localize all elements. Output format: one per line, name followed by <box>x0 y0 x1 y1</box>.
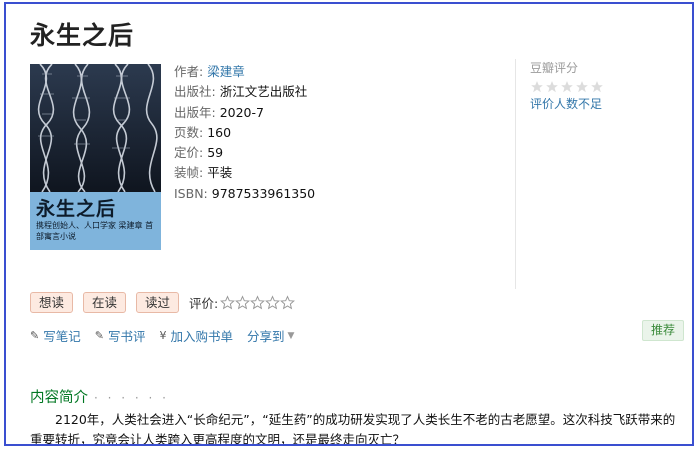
action-links: ✎ 写笔记 ✎ 写书评 ¥ 加入购书单 分享到 ▼ <box>30 326 308 345</box>
star-icon <box>591 81 603 93</box>
write-note-link[interactable]: ✎ 写笔记 <box>30 326 81 345</box>
share-link[interactable]: 分享到 ▼ <box>247 326 294 345</box>
reading-button[interactable]: 在读 <box>83 292 127 313</box>
dna-strands-illustration <box>30 64 161 192</box>
book-info: 作者: 梁建章 出版社: 浙江文艺出版社 出版年: 2020-7 页数: 160… <box>174 62 315 204</box>
star-outline-icon[interactable] <box>235 295 251 310</box>
star-outline-icon[interactable] <box>250 295 266 310</box>
cover-title: 永生之后 <box>36 198 117 220</box>
read-button[interactable]: 读过 <box>136 292 180 313</box>
info-pubyear: 出版年: 2020-7 <box>174 104 264 120</box>
info-price: 定价: 59 <box>174 145 224 161</box>
info-pages: 页数: 160 <box>174 124 232 140</box>
add-to-cart-link[interactable]: ¥ 加入购书单 <box>159 326 233 345</box>
star-outline-icon[interactable] <box>280 295 296 310</box>
recommend-button[interactable]: 推荐 <box>642 320 684 341</box>
caret-down-icon: ▼ <box>287 330 295 341</box>
star-outline-icon[interactable] <box>220 295 236 310</box>
rate-label: 评价: <box>189 296 219 311</box>
pencil-icon: ✎ <box>30 329 40 342</box>
rating-note[interactable]: 评价人数不足 <box>530 95 675 112</box>
star-icon <box>561 81 573 93</box>
yen-icon: ¥ <box>159 329 167 342</box>
star-outline-icon[interactable] <box>265 295 281 310</box>
reading-actions: 想读 在读 读过 评价: <box>30 292 296 313</box>
rating-title: 豆瓣评分 <box>530 61 579 75</box>
book-page: 永生之后 永生之后 携程创始人、人口学家 梁建章 首部寓言小说 作者: 梁建章 … <box>4 2 694 446</box>
intro-heading: 内容简介 · · · · · · <box>30 390 169 406</box>
star-icon <box>576 81 588 93</box>
rating-stars <box>530 80 675 94</box>
author-link[interactable]: 梁建章 <box>207 64 245 79</box>
want-to-read-button[interactable]: 想读 <box>30 292 74 313</box>
info-isbn: ISBN: 9787533961350 <box>174 185 316 201</box>
write-review-link[interactable]: ✎ 写书评 <box>95 326 146 345</box>
book-cover[interactable]: 永生之后 携程创始人、人口学家 梁建章 首部寓言小说 <box>30 64 161 250</box>
star-icon <box>546 81 558 93</box>
rating-panel: 豆瓣评分 评价人数不足 <box>515 59 675 289</box>
info-author: 作者: 梁建章 <box>174 64 245 79</box>
pencil-icon: ✎ <box>94 329 104 342</box>
page-title: 永生之后 <box>30 21 135 50</box>
star-icon <box>531 81 543 93</box>
info-publisher: 出版社: 浙江文艺出版社 <box>174 84 308 100</box>
intro-text: 2120年，人类社会进入“长命纪元”，“延生药”的成功研发实现了人类长生不老的古… <box>30 412 676 446</box>
info-binding: 装帧: 平装 <box>174 165 233 181</box>
cover-subtitle: 携程创始人、人口学家 梁建章 首部寓言小说 <box>36 221 154 241</box>
user-rating-stars <box>220 295 296 310</box>
